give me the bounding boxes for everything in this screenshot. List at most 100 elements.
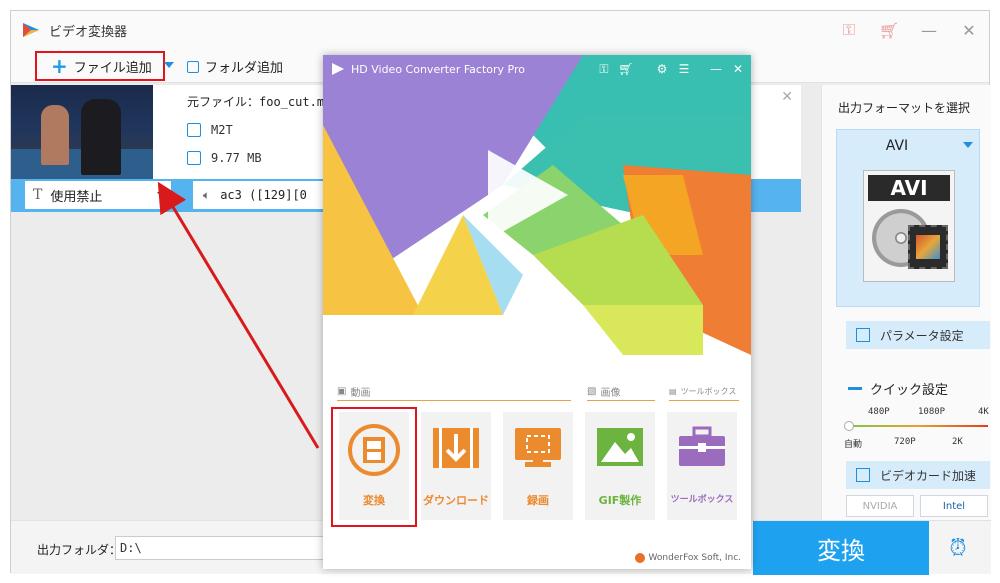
settings-icon[interactable]: ⚙ <box>651 62 673 76</box>
audio-select[interactable]: 🔈︎ ac3 ([129][0 <box>193 181 333 209</box>
remove-file-icon[interactable]: ✕ <box>781 89 793 105</box>
output-format-name: AVI <box>885 138 909 154</box>
add-folder-button[interactable]: フォルダ追加 <box>187 57 283 76</box>
quality-label: 4K <box>978 407 989 417</box>
launcher-title: HD Video Converter Factory Pro <box>351 62 525 76</box>
add-file-button[interactable]: + ファイル追加 <box>35 51 165 81</box>
quick-settings-label: クイック設定 <box>870 383 949 398</box>
film-icon: ▣ <box>337 385 347 397</box>
subtitle-value: 使用禁止 <box>50 189 103 205</box>
quality-label: 720P <box>894 437 916 447</box>
size-row: 9.77 MB <box>187 151 262 165</box>
folder-icon <box>187 60 199 73</box>
close-icon[interactable]: ✕ <box>727 62 749 76</box>
format-dropdown-icon[interactable] <box>963 142 973 148</box>
tile-record[interactable]: 録画 <box>503 412 573 520</box>
file-size-icon <box>187 151 201 165</box>
nvidia-toggle[interactable]: NVIDIA <box>846 495 914 517</box>
key-icon[interactable]: ⚿ <box>593 62 615 77</box>
cart-icon[interactable]: 🛒︎ <box>615 62 637 76</box>
wonderfox-logo-icon <box>634 553 645 563</box>
category-divider <box>337 400 571 401</box>
chip-icon <box>856 468 870 482</box>
title-bar: ビデオ変換器 ⚿ 🛒︎ — ✕ <box>11 11 989 49</box>
tile-gif[interactable]: GIF製作 <box>585 412 655 520</box>
image-icon: ▧ <box>587 385 597 397</box>
category-video-label: 動画 <box>350 387 371 399</box>
convert-button[interactable]: 変換 <box>753 521 929 575</box>
source-format: M2T <box>211 123 233 137</box>
avi-format-icon: AVI <box>863 170 955 282</box>
slider-icon <box>848 387 862 390</box>
alarm-clock-icon[interactable]: ⏰︎ <box>941 533 975 563</box>
add-folder-label: フォルダ追加 <box>205 61 284 76</box>
tile-record-label: 録画 <box>527 494 549 507</box>
parameter-settings-button[interactable]: パラメータ設定 <box>846 321 990 349</box>
tile-download[interactable]: ダウンロード <box>421 412 491 520</box>
minimize-icon[interactable]: — <box>909 11 949 49</box>
gpu-acceleration-label: ビデオカード加速 <box>880 468 977 483</box>
quality-label: 480P <box>868 407 890 417</box>
output-format-selector[interactable]: AVI AVI <box>836 129 980 307</box>
tile-gif-label: GIF製作 <box>598 494 642 507</box>
video-thumbnail[interactable] <box>11 85 153 179</box>
format-row: M2T <box>187 123 233 137</box>
plus-icon: + <box>51 54 68 78</box>
vendor-footer: WonderFox Soft, Inc. <box>634 553 741 563</box>
quick-settings-title: クイック設定 <box>848 379 948 398</box>
key-icon[interactable]: ⚿ <box>829 11 869 49</box>
format-icon-text: AVI <box>868 175 950 201</box>
category-image-label: 画像 <box>600 387 621 399</box>
chevron-down-icon <box>157 192 165 197</box>
tile-download-label: ダウンロード <box>423 494 489 507</box>
category-toolbox: ▤ ツールボックス <box>669 383 736 399</box>
launcher-titlebar: HD Video Converter Factory Pro ⚿ 🛒︎ ⚙ ☰ … <box>323 55 751 83</box>
tile-toolbox-label: ツールボックス <box>670 495 734 505</box>
format-icon <box>187 123 201 137</box>
minimize-icon[interactable]: — <box>705 62 727 76</box>
selected-tile-highlight <box>331 407 417 527</box>
add-file-label: ファイル追加 <box>73 60 152 76</box>
gif-image-icon <box>597 428 643 466</box>
sliders-icon <box>856 328 870 342</box>
toolbox-icon <box>679 426 725 466</box>
launcher-banner <box>323 55 751 375</box>
subtitle-icon: T <box>33 187 43 203</box>
quality-label: 1080P <box>918 407 946 417</box>
intel-toggle[interactable]: Intel <box>920 495 988 517</box>
category-divider <box>669 400 739 401</box>
category-video: ▣ 動画 <box>337 383 370 399</box>
category-image: ▧ 画像 <box>587 383 620 399</box>
output-folder-label: 出力フォルダ： <box>37 543 122 557</box>
toolbox-small-icon: ▤ <box>669 386 677 396</box>
vendor-footer-label: WonderFox Soft, Inc. <box>648 553 741 563</box>
launcher-logo-icon <box>332 63 344 75</box>
output-format-title: 出力フォーマットを選択 <box>838 101 971 115</box>
source-label: 元ファイル： <box>187 95 260 109</box>
speaker-icon: 🔈︎ <box>203 187 211 202</box>
download-icon <box>433 428 479 468</box>
quality-slider[interactable] <box>848 425 988 427</box>
subtitle-select[interactable]: T 使用禁止 <box>25 181 171 209</box>
app-title: ビデオ変換器 <box>49 24 128 40</box>
category-divider <box>587 400 655 401</box>
menu-icon[interactable]: ☰ <box>673 62 695 76</box>
app-logo-icon <box>23 23 39 37</box>
window-controls: ⚿ 🛒︎ — ✕ <box>829 11 989 49</box>
launcher-window: HD Video Converter Factory Pro ⚿ 🛒︎ ⚙ ☰ … <box>323 55 751 569</box>
quality-slider-knob[interactable] <box>844 421 854 431</box>
tile-toolbox[interactable]: ツールボックス <box>667 412 737 520</box>
gpu-acceleration-button[interactable]: ビデオカード加速 <box>846 461 990 489</box>
close-icon[interactable]: ✕ <box>949 11 989 49</box>
launcher-controls: ⚿ 🛒︎ ⚙ ☰ — ✕ <box>593 55 749 83</box>
quality-label: 2K <box>952 437 963 447</box>
intel-label: Intel <box>942 500 966 512</box>
audio-value: ac3 ([129][0 <box>220 188 307 202</box>
source-name: foo_cut.m2 <box>259 95 332 109</box>
source-size: 9.77 MB <box>211 151 262 165</box>
cart-icon[interactable]: 🛒︎ <box>869 11 909 49</box>
add-file-dropdown-icon[interactable] <box>164 62 174 68</box>
parameter-settings-label: パラメータ設定 <box>880 328 964 343</box>
right-panel: 出力フォーマットを選択 AVI AVI パラメータ設定 クイック設定 480P … <box>821 85 991 525</box>
output-folder-input[interactable]: D:\ <box>115 536 331 560</box>
